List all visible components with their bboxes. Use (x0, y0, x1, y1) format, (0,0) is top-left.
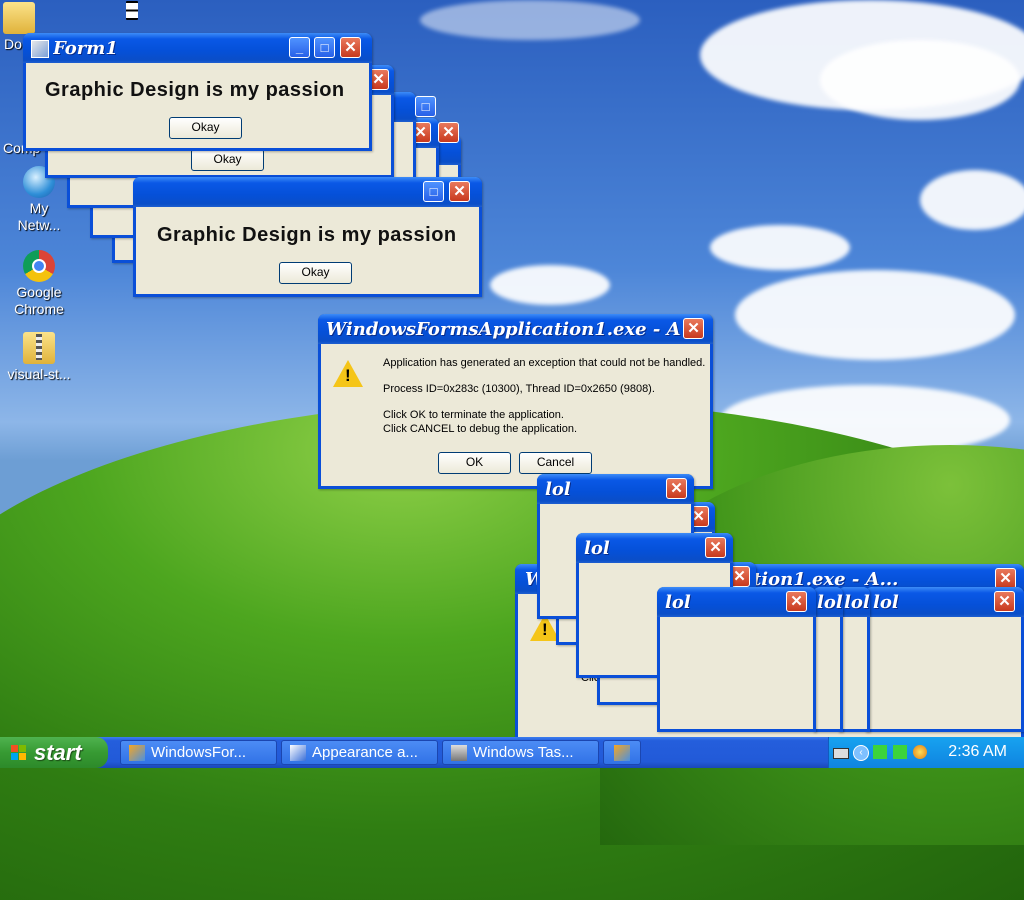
title-bar[interactable]: lol (813, 587, 843, 617)
lol-window-3b[interactable]: lol (813, 587, 843, 732)
title-bar[interactable]: Form1 _ □ ✕ (23, 33, 372, 63)
title-bar[interactable]: lol ✕ (657, 587, 816, 617)
warning-icon: ! (333, 360, 363, 387)
close-button[interactable]: ✕ (994, 591, 1015, 612)
app-window-icon (614, 745, 630, 762)
title-bar[interactable]: lol ✕ (865, 587, 1024, 617)
close-button[interactable]: ✕ (340, 37, 361, 58)
taskbar: start WindowsFor... Appearance a... Wind… (0, 737, 1024, 768)
start-button[interactable]: start (0, 737, 108, 768)
network-status-icon-2[interactable] (893, 745, 907, 759)
error-dialog[interactable]: WindowsFormsApplication1.exe - A... ✕ ! … (318, 314, 713, 489)
close-button[interactable]: ✕ (705, 537, 726, 558)
chrome-icon (23, 250, 55, 282)
maximize-button[interactable]: □ (314, 37, 335, 58)
task-form1[interactable] (603, 740, 641, 765)
title-bar[interactable]: WindowsFormsApplication1.exe - A... ✕ (318, 314, 713, 344)
task-appearance[interactable]: Appearance a... (281, 740, 438, 765)
settings-tray-icon[interactable] (913, 745, 927, 759)
error-message: Application has generated an exception t… (383, 357, 706, 435)
okay-button[interactable]: Okay (279, 262, 352, 284)
message-text: Graphic Design is my passion (157, 224, 457, 246)
window-title: Form1 (53, 38, 118, 59)
system-tray: ‹ 2:36 AM (828, 737, 1024, 768)
desktop-icon-google-chrome[interactable]: Google Chrome (0, 250, 78, 318)
close-button[interactable]: ✕ (995, 568, 1016, 589)
window-title: WindowsFormsApplication1.exe - A... (326, 319, 681, 340)
title-bar[interactable]: lol ✕ (537, 474, 694, 504)
lol-window-5[interactable]: lol ✕ (865, 587, 1024, 732)
task-windows-task-manager[interactable]: Windows Tas... (442, 740, 599, 765)
close-button[interactable]: ✕ (683, 318, 704, 339)
minimize-button[interactable]: _ (289, 37, 310, 58)
maximize-button[interactable]: □ (415, 96, 436, 117)
folder-icon (3, 2, 35, 34)
zip-folder-icon (23, 332, 55, 364)
desktop-icon-visual-studio[interactable]: visual-st... (0, 332, 78, 383)
task-windowsforms[interactable]: WindowsFor... (120, 740, 277, 765)
lol-window-3[interactable]: lol ✕ (657, 587, 816, 732)
windows-flag-icon (11, 745, 26, 760)
app-window-icon (129, 745, 145, 762)
task-manager-icon (451, 745, 467, 762)
network-status-icon[interactable] (873, 745, 887, 759)
title-bar[interactable]: lol ✕ (576, 533, 733, 563)
close-button[interactable]: ✕ (666, 478, 687, 499)
form1-window-6[interactable]: □ ✕ Graphic Design is my passion Okay (133, 177, 482, 297)
okay-button[interactable]: Okay (191, 149, 264, 171)
ok-button[interactable]: OK (438, 452, 511, 474)
app-icon (31, 40, 49, 58)
keyboard-icon[interactable] (833, 748, 849, 759)
close-button[interactable]: ✕ (449, 181, 470, 202)
title-bar[interactable]: □ ✕ (133, 177, 482, 207)
close-button[interactable]: ✕ (438, 122, 459, 143)
cancel-button[interactable]: Cancel (519, 452, 592, 474)
clock[interactable]: 2:36 AM (948, 743, 1007, 761)
maximize-button[interactable]: □ (423, 181, 444, 202)
form1-window[interactable]: Form1 _ □ ✕ Graphic Design is my passion… (23, 33, 372, 151)
display-properties-icon (290, 745, 306, 762)
collapse-tray-icon[interactable]: ‹ (853, 745, 869, 761)
message-text: Graphic Design is my passion (45, 79, 345, 101)
okay-button[interactable]: Okay (169, 117, 242, 139)
hourglass-cursor-icon (126, 1, 138, 20)
close-button[interactable]: ✕ (786, 591, 807, 612)
